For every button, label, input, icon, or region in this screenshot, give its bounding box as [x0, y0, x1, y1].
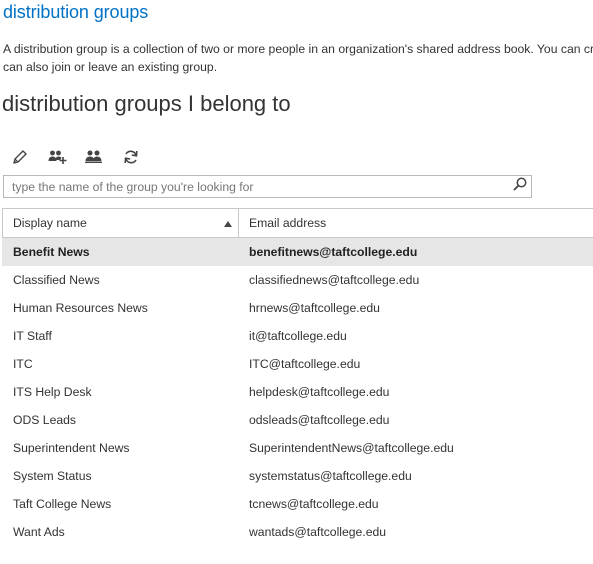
toolbar — [9, 146, 157, 168]
cell-display-name: Taft College News — [13, 497, 112, 511]
cell-display-name: Classified News — [13, 273, 100, 287]
table-row[interactable]: Want Ads wantads@taftcollege.edu — [2, 518, 593, 546]
cell-email-address: classifiednews@taftcollege.edu — [249, 273, 420, 287]
section-title: distribution groups — [3, 2, 149, 22]
refresh-button[interactable] — [120, 146, 142, 168]
table-row[interactable]: ODS Leads odsleads@taftcollege.edu — [2, 406, 593, 434]
page-subheading: distribution groups I belong to — [2, 91, 291, 116]
column-header-label: Email address — [249, 216, 327, 230]
column-header-label: Display name — [13, 216, 87, 230]
table-row[interactable]: Classified News classifiednews@taftcolleg… — [2, 266, 593, 294]
cell-email-address: wantads@taftcollege.edu — [249, 525, 387, 539]
description: A distribution group is a collection of … — [3, 40, 593, 76]
cell-email-address: hrnews@taftcollege.edu — [249, 301, 380, 315]
cell-email-address: odsleads@taftcollege.edu — [249, 413, 390, 427]
search-input[interactable] — [4, 176, 504, 197]
people-icon — [84, 148, 104, 166]
search-box — [3, 175, 532, 198]
join-group-button[interactable] — [46, 146, 68, 168]
sort-ascending-icon — [224, 221, 232, 227]
distribution-groups-page: distribution groups A distribution group… — [0, 0, 593, 564]
cell-display-name: Want Ads — [13, 525, 65, 539]
table-body: Benefit News benefitnews@taftcollege.edu C… — [2, 238, 593, 546]
cell-display-name: IT Staff — [13, 329, 52, 343]
table-row[interactable]: Human Resources News hrnews@taftcollege.e… — [2, 294, 593, 322]
table-row[interactable]: ITC ITC@taftcollege.edu — [2, 350, 593, 378]
table-row[interactable]: System Status systemstatus@taftcollege.ed… — [2, 462, 593, 490]
table-row[interactable]: Superintendent News SuperintendentNews@ta… — [2, 434, 593, 462]
cell-display-name: Superintendent News — [13, 441, 130, 455]
cell-email-address: systemstatus@taftcollege.edu — [249, 469, 412, 483]
search-button[interactable] — [509, 176, 531, 197]
search-icon — [512, 176, 528, 197]
groups-table: Display name Email address Benefit News b… — [2, 208, 593, 546]
table-header: Display name Email address — [2, 208, 593, 238]
cell-email-address: it@taftcollege.edu — [249, 329, 347, 343]
cell-display-name: System Status — [13, 469, 92, 483]
cell-email-address: benefitnews@taftcollege.edu — [249, 245, 418, 259]
table-row[interactable]: IT Staff it@taftcollege.edu — [2, 322, 593, 350]
edit-button[interactable] — [9, 146, 31, 168]
cell-email-address: helpdesk@taftcollege.edu — [249, 385, 390, 399]
leave-group-button[interactable] — [83, 146, 105, 168]
cell-email-address: tcnews@taftcollege.edu — [249, 497, 379, 511]
table-row[interactable]: ITS Help Desk helpdesk@taftcollege.edu — [2, 378, 593, 406]
table-row[interactable]: Taft College News tcnews@taftcollege.edu — [2, 490, 593, 518]
description-line-1: A distribution group is a collection of … — [3, 42, 593, 56]
pencil-icon — [11, 148, 29, 166]
cell-display-name: ODS Leads — [13, 413, 77, 427]
table-row[interactable]: Benefit News benefitnews@taftcollege.edu — [2, 238, 593, 266]
description-line-2: can also join or leave an existing group… — [3, 60, 218, 74]
column-header-display-name[interactable]: Display name — [2, 209, 239, 237]
cell-display-name: Benefit News — [13, 245, 90, 259]
column-header-email-address[interactable]: Email address — [239, 209, 593, 237]
people-add-icon — [47, 148, 67, 166]
cell-display-name: Human Resources News — [13, 301, 148, 315]
cell-email-address: SuperintendentNews@taftcollege.edu — [249, 441, 454, 455]
refresh-icon — [122, 148, 140, 166]
cell-display-name: ITS Help Desk — [13, 385, 92, 399]
cell-display-name: ITC — [13, 357, 33, 371]
cell-email-address: ITC@taftcollege.edu — [249, 357, 361, 371]
